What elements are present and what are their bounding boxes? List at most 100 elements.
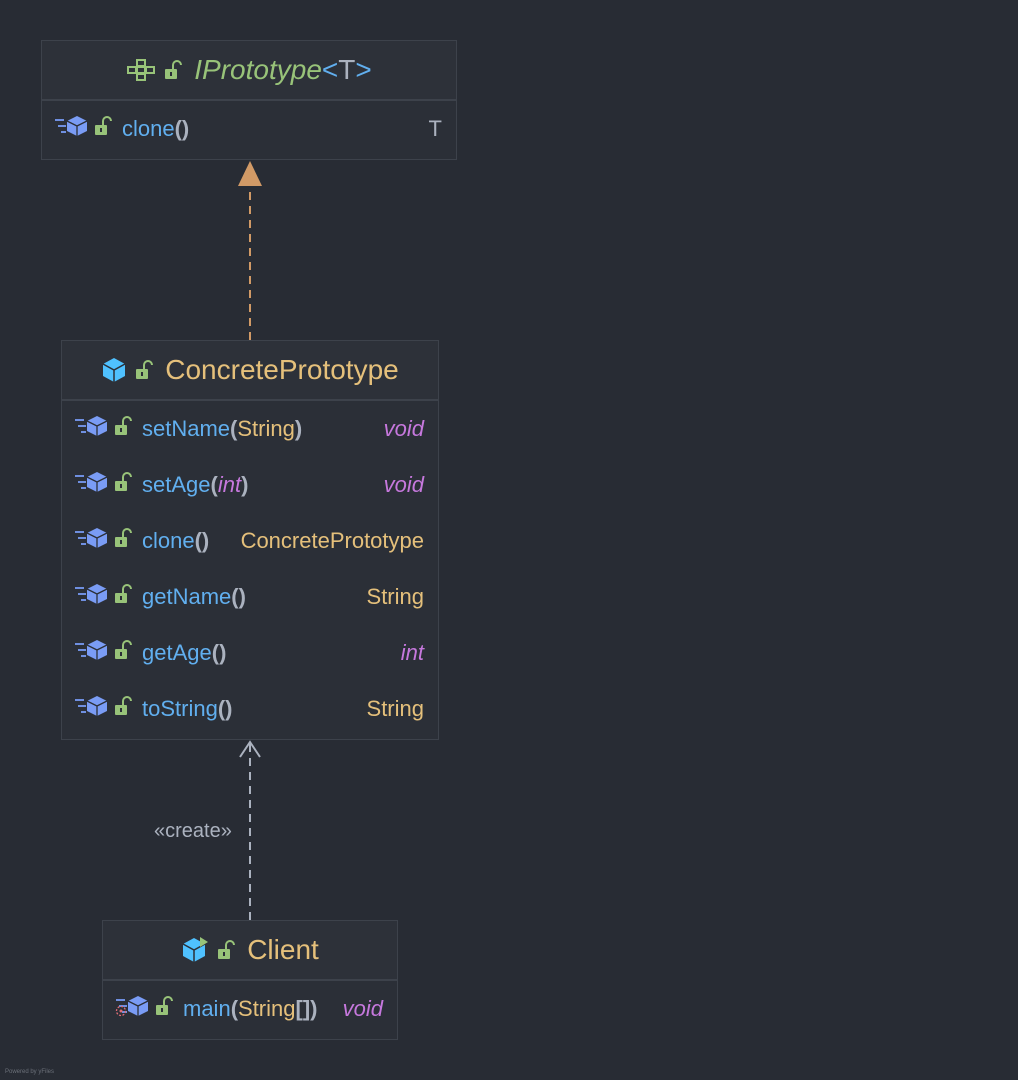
return-type: void (383, 416, 424, 441)
paren-close: ) (181, 116, 190, 141)
param-type: String (237, 416, 295, 441)
method-name: toString (142, 696, 218, 721)
class-node-client[interactable]: Client main(String[]) void (102, 920, 398, 1040)
return-type: ConcretePrototype (240, 528, 424, 553)
member-icons (74, 639, 132, 667)
method-name: clone (142, 528, 195, 553)
node-title: Client (247, 934, 319, 965)
class-node-concreteprototype[interactable]: ConcretePrototype setName(String) void set… (61, 340, 439, 740)
realization-arrowhead (238, 161, 262, 186)
generic-open: < (321, 54, 339, 85)
paren-open: ( (231, 584, 239, 609)
paren-open: ( (210, 472, 218, 497)
method-row-main[interactable]: main(String[]) void (103, 981, 397, 1037)
paren-close: ) (201, 528, 210, 553)
return-type: String (366, 584, 424, 609)
return-type: int (400, 640, 424, 665)
method-icon (54, 115, 88, 143)
array-brackets: [] (295, 996, 311, 1021)
header-icons (101, 357, 154, 383)
paren-close: ) (294, 416, 303, 441)
paren-close: ) (219, 640, 227, 665)
param-type: String (238, 996, 296, 1021)
method-row-clone[interactable]: clone() T (42, 101, 456, 157)
method-row-setName[interactable]: setName(String) void (62, 401, 438, 457)
header-icons (126, 58, 183, 82)
lock-open-icon (114, 472, 132, 498)
lock-open-icon (114, 696, 132, 722)
method-row-clone[interactable]: clone() ConcretePrototype (62, 513, 438, 569)
method-icon (74, 639, 108, 667)
method-list: clone() T (42, 101, 456, 157)
lock-open-icon (164, 60, 183, 80)
method-row-getAge[interactable]: getAge() int (62, 625, 438, 681)
method-signature: main(String[]) (183, 996, 343, 1022)
return-type: void (383, 472, 424, 497)
lock-open-icon (114, 584, 132, 610)
lock-open-icon (155, 996, 173, 1022)
static-method-icon (115, 995, 149, 1023)
class-cube-icon (101, 357, 127, 383)
runnable-class-icon (181, 936, 209, 964)
method-name: setAge (142, 472, 211, 497)
member-icons (74, 695, 132, 723)
lock-open-icon (135, 360, 154, 380)
member-icons (74, 583, 132, 611)
method-icon (74, 471, 108, 499)
paren-close: ) (241, 472, 249, 497)
member-icons (115, 995, 173, 1023)
method-name: getName (142, 584, 232, 609)
method-icon (74, 415, 108, 443)
footer-note: Powered by yFiles (5, 1069, 55, 1075)
method-name: clone (122, 116, 175, 141)
lock-open-icon (217, 940, 236, 960)
method-name: main (183, 996, 231, 1021)
method-icon (74, 695, 108, 723)
paren-close: ) (238, 584, 246, 609)
method-list: setName(String) void setAge(int) void clone(… (62, 401, 438, 737)
method-signature: getAge() (142, 640, 401, 666)
method-signature: clone() (122, 116, 429, 142)
method-icon (74, 527, 108, 555)
member-icons (74, 415, 132, 443)
paren-close: ) (310, 996, 318, 1021)
method-row-toString[interactable]: toString() String (62, 681, 438, 737)
lock-open-icon (114, 528, 132, 554)
param-type: int (217, 472, 242, 497)
member-icons (74, 527, 132, 555)
paren-open: ( (194, 528, 202, 553)
return-type: T (428, 116, 442, 141)
return-type: void (342, 996, 383, 1021)
method-signature: clone() (142, 528, 241, 554)
method-signature: setAge(int) (142, 472, 384, 498)
return-type: String (366, 696, 424, 721)
paren-open: ( (174, 116, 182, 141)
paren-open: ( (230, 996, 239, 1021)
method-signature: getName() (142, 584, 367, 610)
dependency-label: «create» (154, 820, 232, 842)
lock-open-icon (94, 116, 112, 142)
method-name: setName (142, 416, 231, 441)
method-icon (74, 583, 108, 611)
header-icons (181, 936, 236, 964)
node-header: Client (103, 921, 397, 981)
method-signature: toString() (142, 696, 367, 722)
method-signature: setName(String) (142, 416, 384, 442)
dependency-edge (239, 740, 261, 920)
lock-open-icon (114, 416, 132, 442)
paren-open: ( (211, 640, 220, 665)
interface-node-iprototype[interactable]: IPrototype<T> clone() T (41, 40, 457, 160)
node-title: ConcretePrototype (165, 354, 399, 385)
method-row-setAge[interactable]: setAge(int) void (62, 457, 438, 513)
interface-icon (126, 58, 156, 82)
method-row-getName[interactable]: getName() String (62, 569, 438, 625)
generic-param: T (338, 54, 356, 85)
realization-edge (238, 161, 262, 340)
paren-close: ) (225, 696, 233, 721)
method-list: main(String[]) void (103, 981, 397, 1037)
class-name: IPrototype (194, 54, 322, 85)
lock-open-icon (114, 640, 132, 666)
member-icons (74, 471, 132, 499)
node-header: IPrototype<T> (42, 41, 456, 101)
node-header: ConcretePrototype (62, 341, 438, 401)
